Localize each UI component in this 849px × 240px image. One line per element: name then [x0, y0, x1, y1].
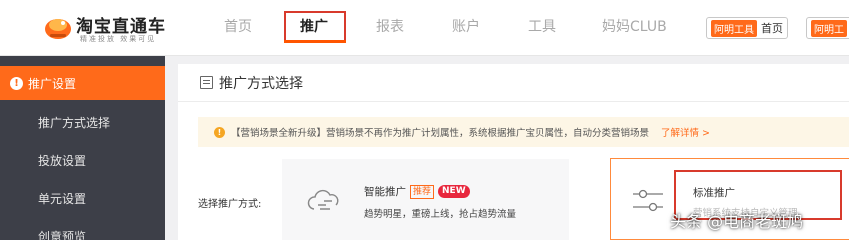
smart-title-row: 智能推广 推荐 NEW — [364, 184, 470, 199]
logo-subtitle: 精准投放 效果可见 — [80, 35, 157, 43]
select-method-label: 选择推广方式: — [198, 199, 262, 210]
watermark: 头条 @电商老斑鸠 — [670, 212, 804, 231]
nav-promotion[interactable]: 推广 — [300, 16, 328, 36]
tool-label: 首页 — [761, 22, 783, 35]
smart-promotion-card[interactable]: 智能推广 推荐 NEW 趋势明星，重磅上线，抢占趋势流量 — [282, 159, 569, 240]
logo-icon — [45, 19, 71, 39]
nav-mama-club[interactable]: 妈妈CLUB — [602, 16, 667, 36]
smart-title: 智能推广 — [364, 186, 406, 198]
nav-home[interactable]: 首页 — [224, 16, 252, 36]
nav-reports[interactable]: 报表 — [376, 16, 404, 36]
learn-more-link[interactable]: 了解详情 > — [661, 125, 710, 139]
recommend-badge: 推荐 — [410, 184, 435, 199]
sidebar-item-promotion-settings[interactable]: ! 推广设置 — [0, 66, 165, 100]
new-badge: NEW — [438, 185, 470, 198]
page-title: 推广方式选择 — [219, 75, 303, 92]
nav-active-underline — [284, 40, 346, 43]
top-bar: 淘宝直通车 精准投放 效果可见 首页 推广 报表 账户 工具 妈妈CLUB 阿明… — [0, 0, 849, 56]
tool-home-button[interactable]: 阿明工具 首页 — [706, 17, 788, 39]
sidebar-active-label: 推广设置 — [28, 76, 77, 91]
sidebar-item-delivery[interactable]: 投放设置 — [38, 152, 86, 169]
notice-text: 【营销场景全新升级】营销场景不再作为推广计划属性，系统根据推广宝贝属性，自动分类… — [231, 128, 650, 139]
notice-banner: ! 【营销场景全新升级】营销场景不再作为推广计划属性，系统根据推广宝贝属性，自动… — [198, 117, 849, 147]
panel-header: 推广方式选择 — [178, 64, 849, 102]
sidebar-item-unit[interactable]: 单元设置 — [38, 190, 86, 207]
cloud-icon — [307, 189, 339, 210]
exclamation-icon: ! — [10, 76, 23, 90]
standard-title: 标准推广 — [693, 187, 735, 199]
sidebar-item-preview[interactable]: 创意预览 — [38, 228, 86, 240]
document-icon — [200, 76, 213, 89]
nav-account[interactable]: 账户 — [452, 16, 480, 36]
sidebar: ! 推广设置 推广方式选择 投放设置 单元设置 创意预览 — [0, 56, 165, 240]
logo[interactable]: 淘宝直通车 精准投放 效果可见 — [44, 10, 165, 46]
tool-tag: 阿明工 — [811, 19, 847, 37]
sidebar-item-method[interactable]: 推广方式选择 — [38, 114, 110, 131]
sliders-icon — [633, 189, 663, 212]
nav-tools[interactable]: 工具 — [528, 16, 556, 36]
info-icon: ! — [214, 126, 225, 138]
tool-tag: 阿明工具 — [711, 19, 757, 37]
tool-button-2[interactable]: 阿明工 — [806, 17, 849, 39]
smart-description: 趋势明星，重磅上线，抢占趋势流量 — [364, 209, 517, 220]
